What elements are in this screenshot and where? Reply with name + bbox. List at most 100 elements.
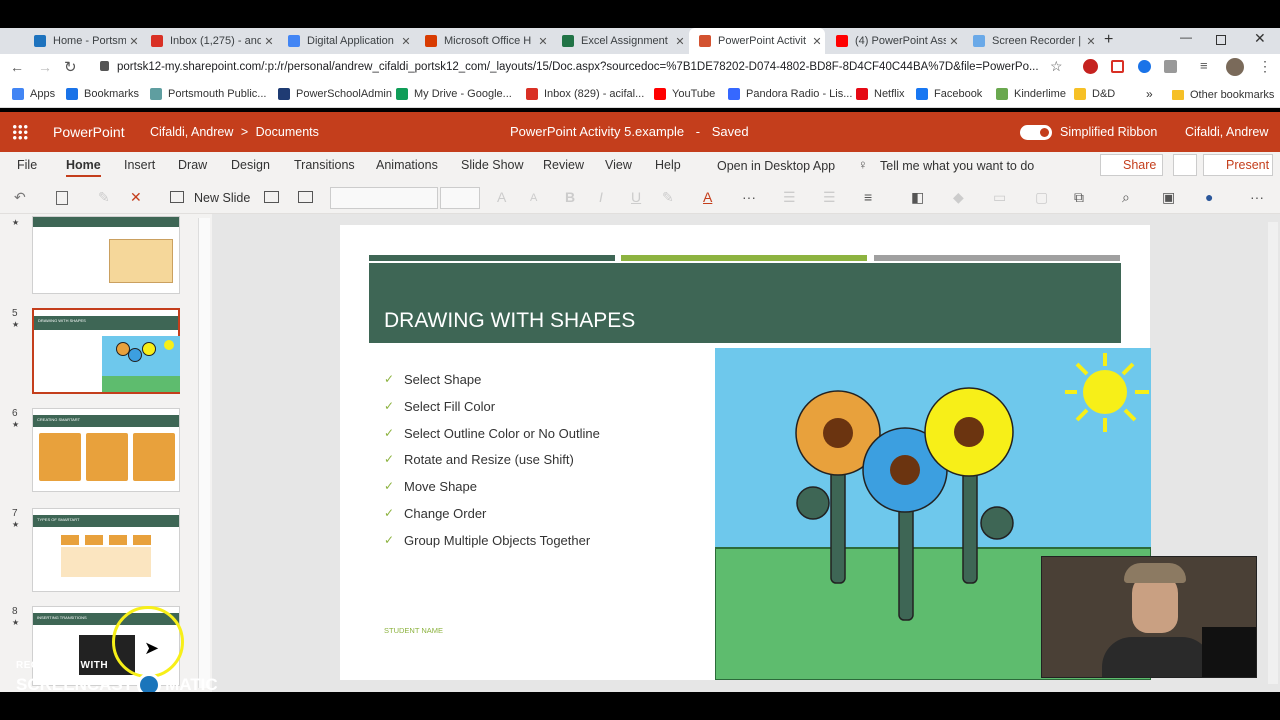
close-tab-icon[interactable]: ✕ xyxy=(398,35,414,48)
background-icon[interactable] xyxy=(298,191,313,203)
browser-tab[interactable]: Microsoft Office H ✕ xyxy=(415,28,551,54)
restore-window-icon[interactable] xyxy=(1216,35,1226,45)
close-window-icon[interactable]: ✕ xyxy=(1254,30,1266,47)
minimize-window-icon[interactable]: — xyxy=(1180,30,1192,44)
extension-icon[interactable] xyxy=(1111,60,1124,73)
new-slide-icon[interactable] xyxy=(170,191,184,203)
close-tab-icon[interactable]: ✕ xyxy=(809,35,825,48)
browser-tab[interactable]: Home - Portsmouth✕ xyxy=(24,28,142,54)
browser-tab[interactable]: Screen Recorder | ✕ xyxy=(963,28,1099,54)
student-name-footer[interactable]: STUDENT NAME xyxy=(384,626,443,635)
shape-effects-icon[interactable]: ▢ xyxy=(1035,189,1048,206)
align-icon[interactable]: ≡ xyxy=(864,189,872,205)
slide-thumbnail[interactable] xyxy=(32,216,180,294)
ribbon-tab-review[interactable]: Review xyxy=(543,158,584,172)
highlight-icon[interactable]: ✎ xyxy=(662,189,674,206)
ribbon-tab-slide-show[interactable]: Slide Show xyxy=(461,158,524,172)
ribbon-tab-file[interactable]: File xyxy=(17,158,37,172)
other-bookmarks[interactable]: Other bookmarks xyxy=(1190,89,1274,101)
ribbon-tab-help[interactable]: Help xyxy=(655,158,681,172)
paste-icon[interactable] xyxy=(56,191,68,205)
extension-icon[interactable] xyxy=(1138,60,1151,73)
slide-title[interactable]: DRAWING WITH SHAPES xyxy=(384,309,635,333)
simplified-ribbon-toggle[interactable] xyxy=(1020,125,1052,140)
extension-icon[interactable] xyxy=(1164,60,1177,73)
close-tab-icon[interactable]: ✕ xyxy=(672,35,688,48)
shrink-font-icon[interactable]: A xyxy=(530,192,537,204)
bookmarks-overflow-icon[interactable]: » xyxy=(1146,87,1153,101)
find-icon[interactable]: ⌕ xyxy=(1122,189,1130,206)
close-tab-icon[interactable]: ✕ xyxy=(946,35,962,48)
numbering-icon[interactable]: ☰ xyxy=(823,189,836,206)
slide-thumbnail-7[interactable]: TYPES OF SMARTART xyxy=(32,508,180,592)
close-tab-icon[interactable]: ✕ xyxy=(535,35,551,48)
format-painter-icon[interactable]: ✎ xyxy=(98,189,110,206)
arrange-icon[interactable]: ⧉ xyxy=(1074,189,1084,206)
grow-font-icon[interactable]: A xyxy=(497,189,506,205)
bookmark-item[interactable]: Bookmarks xyxy=(66,88,139,100)
bullets-icon[interactable]: ☰ xyxy=(783,189,796,206)
slide-thumbnail-6[interactable]: CREATING SMARTART xyxy=(32,408,180,492)
close-tab-icon[interactable]: ✕ xyxy=(1083,35,1099,48)
bookmark-item[interactable]: Apps xyxy=(12,88,55,100)
bookmark-star-icon[interactable]: ☆ xyxy=(1050,58,1063,75)
browser-tab[interactable]: Inbox (1,275) - and ✕ xyxy=(141,28,277,54)
app-name[interactable]: PowerPoint xyxy=(53,124,125,140)
underline-icon[interactable]: U xyxy=(631,189,641,205)
browser-tab[interactable]: PowerPoint Activit ✕ xyxy=(689,28,825,54)
editor-scrollbar[interactable] xyxy=(1268,222,1278,684)
back-icon[interactable]: ← xyxy=(10,59,24,75)
ribbon-tab-insert[interactable]: Insert xyxy=(124,158,155,172)
thumbnails-scrollbar[interactable] xyxy=(198,218,210,688)
bookmark-item[interactable]: Kinderlime xyxy=(996,88,1066,100)
app-launcher-icon[interactable] xyxy=(12,124,28,140)
ribbon-tab-transitions[interactable]: Transitions xyxy=(294,158,355,172)
ribbon-tab-view[interactable]: View xyxy=(605,158,632,172)
ribbon-tab-home[interactable]: Home xyxy=(66,158,101,177)
profile-avatar[interactable] xyxy=(1226,58,1244,76)
bookmark-item[interactable]: PowerSchoolAdmin xyxy=(278,88,392,100)
breadcrumb-folder[interactable]: Documents xyxy=(256,125,319,139)
bookmark-item[interactable]: Pandora Radio - Lis... xyxy=(728,88,852,100)
comments-icon[interactable] xyxy=(1173,154,1197,176)
font-family-select[interactable] xyxy=(330,187,438,209)
bullet-list[interactable]: ✓ Select Shape ✓ Select Fill Color ✓ Select O… xyxy=(384,372,600,560)
bookmark-item[interactable]: My Drive - Google... xyxy=(396,88,512,100)
bookmark-item[interactable]: Inbox (829) - acifal... xyxy=(526,88,644,100)
tell-me-search[interactable]: Tell me what you want to do xyxy=(880,159,1034,173)
breadcrumb-user[interactable]: Cifaldi, Andrew xyxy=(150,125,233,139)
present-button[interactable]: Present xyxy=(1203,154,1273,176)
more-toolbar-icon[interactable]: ··· xyxy=(1250,189,1264,205)
browser-tab[interactable]: Excel Assignment ✕ xyxy=(552,28,688,54)
shapes-icon[interactable]: ◧ xyxy=(911,189,924,206)
delete-icon[interactable]: ✕ xyxy=(130,189,142,206)
undo-icon[interactable]: ↶ xyxy=(14,189,26,206)
open-in-desktop-button[interactable]: Open in Desktop App xyxy=(717,159,835,173)
new-tab-button[interactable]: + xyxy=(1104,31,1113,49)
slide-thumbnail-5[interactable]: DRAWING WITH SHAPES xyxy=(32,308,180,394)
font-size-select[interactable] xyxy=(440,187,480,209)
forward-icon[interactable]: → xyxy=(38,59,52,75)
user-name[interactable]: Cifaldi, Andrew xyxy=(1185,125,1268,139)
url-text[interactable]: portsk12-my.sharepoint.com/:p:/r/persona… xyxy=(117,61,1042,73)
reload-icon[interactable]: ↻ xyxy=(64,58,77,76)
ribbon-tab-design[interactable]: Design xyxy=(231,158,270,172)
browser-tab[interactable]: (4) PowerPoint Ass ✕ xyxy=(826,28,962,54)
shape-fill-icon[interactable]: ◆ xyxy=(953,189,964,206)
browser-tab[interactable]: Digital Application ✕ xyxy=(278,28,414,54)
bookmark-item[interactable]: Facebook xyxy=(916,88,982,100)
new-slide-button[interactable]: New Slide xyxy=(194,191,250,205)
close-tab-icon[interactable]: ✕ xyxy=(126,35,142,48)
close-tab-icon[interactable]: ✕ xyxy=(261,35,277,48)
bold-icon[interactable]: B xyxy=(565,189,575,205)
more-options-icon[interactable]: ··· xyxy=(742,189,756,205)
italic-icon[interactable]: I xyxy=(599,189,603,205)
ribbon-tab-draw[interactable]: Draw xyxy=(178,158,207,172)
document-title[interactable]: PowerPoint Activity 5.example - Saved xyxy=(510,124,749,139)
bookmark-item[interactable]: Portsmouth Public... xyxy=(150,88,266,100)
bookmark-item[interactable]: Netflix xyxy=(856,88,905,100)
share-button[interactable]: Share xyxy=(1100,154,1163,176)
reading-list-icon[interactable]: ≡ xyxy=(1200,58,1208,73)
ribbon-tab-animations[interactable]: Animations xyxy=(376,158,438,172)
designer-icon[interactable]: ▣ xyxy=(1162,189,1175,206)
